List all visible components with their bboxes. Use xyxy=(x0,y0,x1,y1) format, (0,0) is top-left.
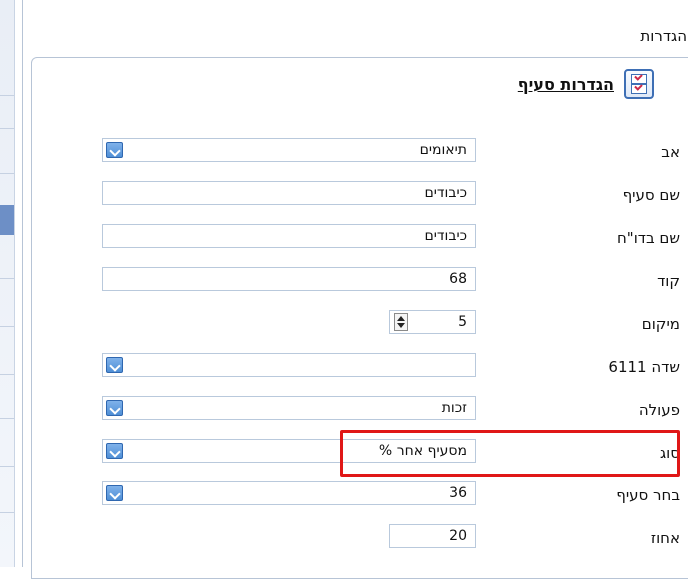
label-action: פעולה xyxy=(638,401,680,419)
chevron-down-icon[interactable] xyxy=(106,400,123,416)
label-field-6111: שדה 6111 xyxy=(608,358,680,376)
label-report-name: שם בדו"ח xyxy=(617,229,680,247)
code-value: 68 xyxy=(449,271,467,287)
background-divider xyxy=(0,173,14,174)
background-window-strip xyxy=(0,0,15,567)
position-stepper[interactable]: 5 xyxy=(389,310,476,334)
label-choose-section: בחר סעיף xyxy=(616,486,680,504)
action-value: זכות xyxy=(441,400,467,416)
parent-select[interactable]: תיאומים xyxy=(102,138,476,162)
label-section-name: שם סעיף xyxy=(622,186,680,204)
panel-title: הגדרות סעיף xyxy=(517,74,614,94)
background-selection-bar xyxy=(0,205,14,235)
highlight-box xyxy=(340,430,680,477)
background-tab xyxy=(0,75,14,96)
background-divider xyxy=(0,374,14,375)
choose-section-value: 36 xyxy=(449,485,467,501)
chevron-down-icon[interactable] xyxy=(106,357,123,373)
chevron-down-icon[interactable] xyxy=(106,142,123,158)
report-name-value: כיבודים xyxy=(424,228,467,244)
panel-header: הגדרות סעיף xyxy=(518,69,654,99)
chevron-down-icon[interactable] xyxy=(106,485,123,501)
section-name-value: כיבודים xyxy=(424,185,467,201)
checklist-icon xyxy=(624,69,654,99)
code-input[interactable]: 68 xyxy=(102,267,476,291)
percent-input[interactable]: 20 xyxy=(389,524,476,548)
background-divider xyxy=(0,466,14,467)
percent-value: 20 xyxy=(449,528,467,544)
background-divider xyxy=(0,128,14,129)
action-select[interactable]: זכות xyxy=(102,396,476,420)
section-name-input[interactable]: כיבודים xyxy=(102,181,476,205)
stepper-arrows-icon[interactable] xyxy=(394,313,408,331)
background-divider xyxy=(0,418,14,419)
label-position: מיקום xyxy=(641,315,680,333)
window-title: הגדרות xyxy=(640,27,687,45)
background-divider xyxy=(0,278,14,279)
choose-section-select[interactable]: 36 xyxy=(102,481,476,505)
label-code: קוד xyxy=(657,272,680,290)
parent-select-value: תיאומים xyxy=(419,142,467,158)
field-6111-select[interactable] xyxy=(102,353,476,377)
chevron-down-icon[interactable] xyxy=(106,443,123,459)
label-percent: אחוז xyxy=(650,529,680,547)
background-divider xyxy=(0,326,14,327)
background-divider xyxy=(0,512,14,513)
label-parent: אב xyxy=(661,143,680,161)
report-name-input[interactable]: כיבודים xyxy=(102,224,476,248)
